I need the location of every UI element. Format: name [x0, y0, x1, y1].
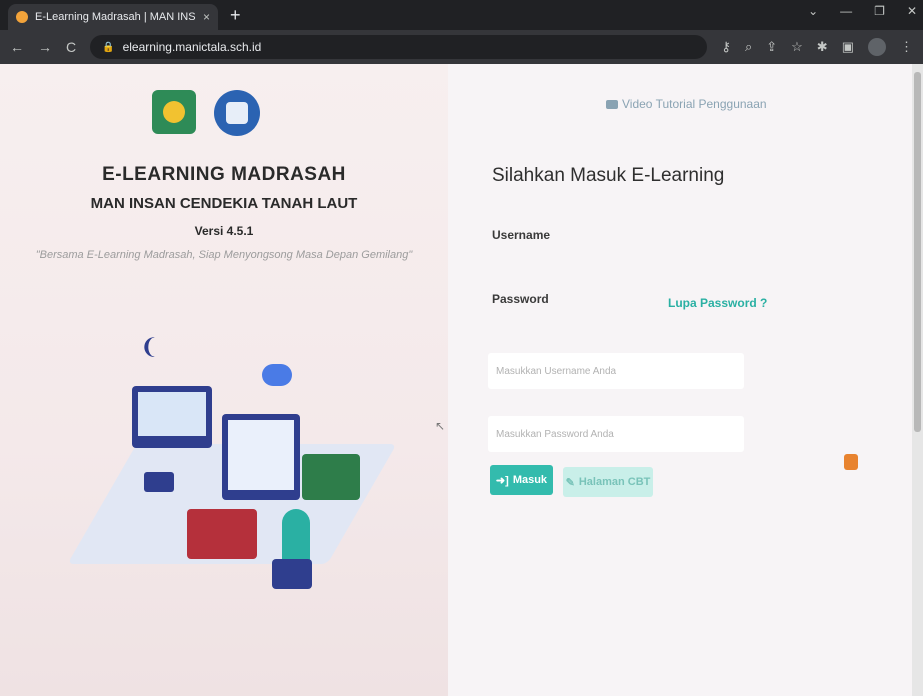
- minimize-icon[interactable]: —: [840, 4, 852, 18]
- username-input[interactable]: [488, 353, 744, 389]
- profile-icon[interactable]: [868, 38, 886, 56]
- kemenag-logo: [152, 90, 196, 134]
- username-label: Username: [492, 228, 551, 242]
- key-icon[interactable]: ⚷: [721, 39, 731, 55]
- share-icon[interactable]: ⇪: [766, 39, 777, 55]
- browser-tab-elearning[interactable]: E-Learning Madrasah | MAN INS ×: [8, 4, 218, 30]
- video-tutorial-link[interactable]: Video Tutorial Penggunaan: [606, 97, 767, 111]
- illustration-usb: [272, 559, 312, 589]
- sidepanel-icon[interactable]: ▣: [842, 39, 854, 55]
- url-text[interactable]: elearning.manictala.sch.id: [123, 40, 262, 54]
- tab-title: E-Learning Madrasah | MAN INS: [35, 11, 196, 23]
- star-icon[interactable]: ☆: [791, 39, 803, 55]
- version-label: Versi 4.5.1: [194, 224, 254, 238]
- menu-icon[interactable]: ⋮: [900, 39, 913, 55]
- password-label: Password: [492, 292, 549, 306]
- login-page: E-LEARNING MADRASAH MAN INSAN CENDEKIA T…: [0, 64, 923, 696]
- cbt-button-label: Halaman CBT: [578, 476, 651, 488]
- restore-icon[interactable]: ❐: [874, 4, 885, 18]
- browser-tab-bar: E-Learning Madrasah | MAN INS × + ⌄ — ❐ …: [0, 0, 923, 30]
- browser-address-bar: ← → C 🔒 elearning.manictala.sch.id ⚷ ⌕ ⇪…: [0, 30, 923, 64]
- illustration-phone: [144, 472, 174, 492]
- camera-icon: [606, 99, 618, 109]
- lock-icon[interactable]: 🔒: [102, 42, 114, 53]
- search-icon[interactable]: ⌕: [745, 39, 752, 55]
- login-button-label: Masuk: [512, 474, 548, 486]
- elearning-illustration: ❨: [67, 334, 397, 614]
- reload-icon[interactable]: C: [66, 39, 76, 55]
- page-scrollbar[interactable]: [912, 64, 923, 696]
- illustration-books: [187, 509, 257, 559]
- window-controls: ⌄ — ❐ ✕: [808, 4, 917, 18]
- url-field[interactable]: 🔒 elearning.manictala.sch.id: [90, 35, 708, 59]
- password-input[interactable]: [488, 416, 744, 452]
- tab-search-icon[interactable]: ⌄: [808, 4, 818, 18]
- close-tab-icon[interactable]: ×: [203, 10, 210, 24]
- login-icon: ➜]: [495, 474, 509, 487]
- school-logo: [214, 90, 260, 136]
- forward-icon[interactable]: →: [38, 39, 52, 55]
- cbt-page-button[interactable]: ✎ Halaman CBT: [563, 467, 653, 497]
- illustration-laptop: [132, 386, 212, 448]
- branding-panel: E-LEARNING MADRASAH MAN INSAN CENDEKIA T…: [0, 64, 448, 696]
- site-favicon-icon: [16, 11, 28, 23]
- back-icon[interactable]: ←: [10, 39, 24, 55]
- mouse-cursor-icon: ↖: [435, 419, 446, 433]
- logo-group: [152, 90, 260, 136]
- login-button[interactable]: ➜] Masuk: [490, 465, 553, 495]
- illustration-book: [302, 454, 360, 500]
- floating-widget-icon[interactable]: [844, 454, 858, 470]
- forgot-password-link[interactable]: Lupa Password ?: [668, 296, 767, 310]
- illustration-chat-bubble: [262, 364, 292, 386]
- new-tab-button[interactable]: +: [230, 5, 241, 26]
- wifi-icon: ❨: [140, 334, 159, 359]
- app-title: E-LEARNING MADRASAH: [102, 164, 346, 185]
- extensions-icon[interactable]: ✱: [817, 39, 828, 55]
- illustration-monitor: [222, 414, 300, 500]
- close-window-icon[interactable]: ✕: [907, 4, 917, 18]
- login-title: Silahkan Masuk E-Learning: [492, 165, 725, 186]
- video-tutorial-label: Video Tutorial Penggunaan: [622, 97, 767, 111]
- school-name: MAN INSAN CENDEKIA TANAH LAUT: [90, 195, 358, 212]
- browser-toolbar: ⚷ ⌕ ⇪ ☆ ✱ ▣ ⋮: [721, 38, 913, 56]
- scrollbar-thumb[interactable]: [914, 72, 921, 432]
- tagline: "Bersama E-Learning Madrasah, Siap Menyo…: [35, 249, 413, 261]
- edit-icon: ✎: [565, 476, 575, 489]
